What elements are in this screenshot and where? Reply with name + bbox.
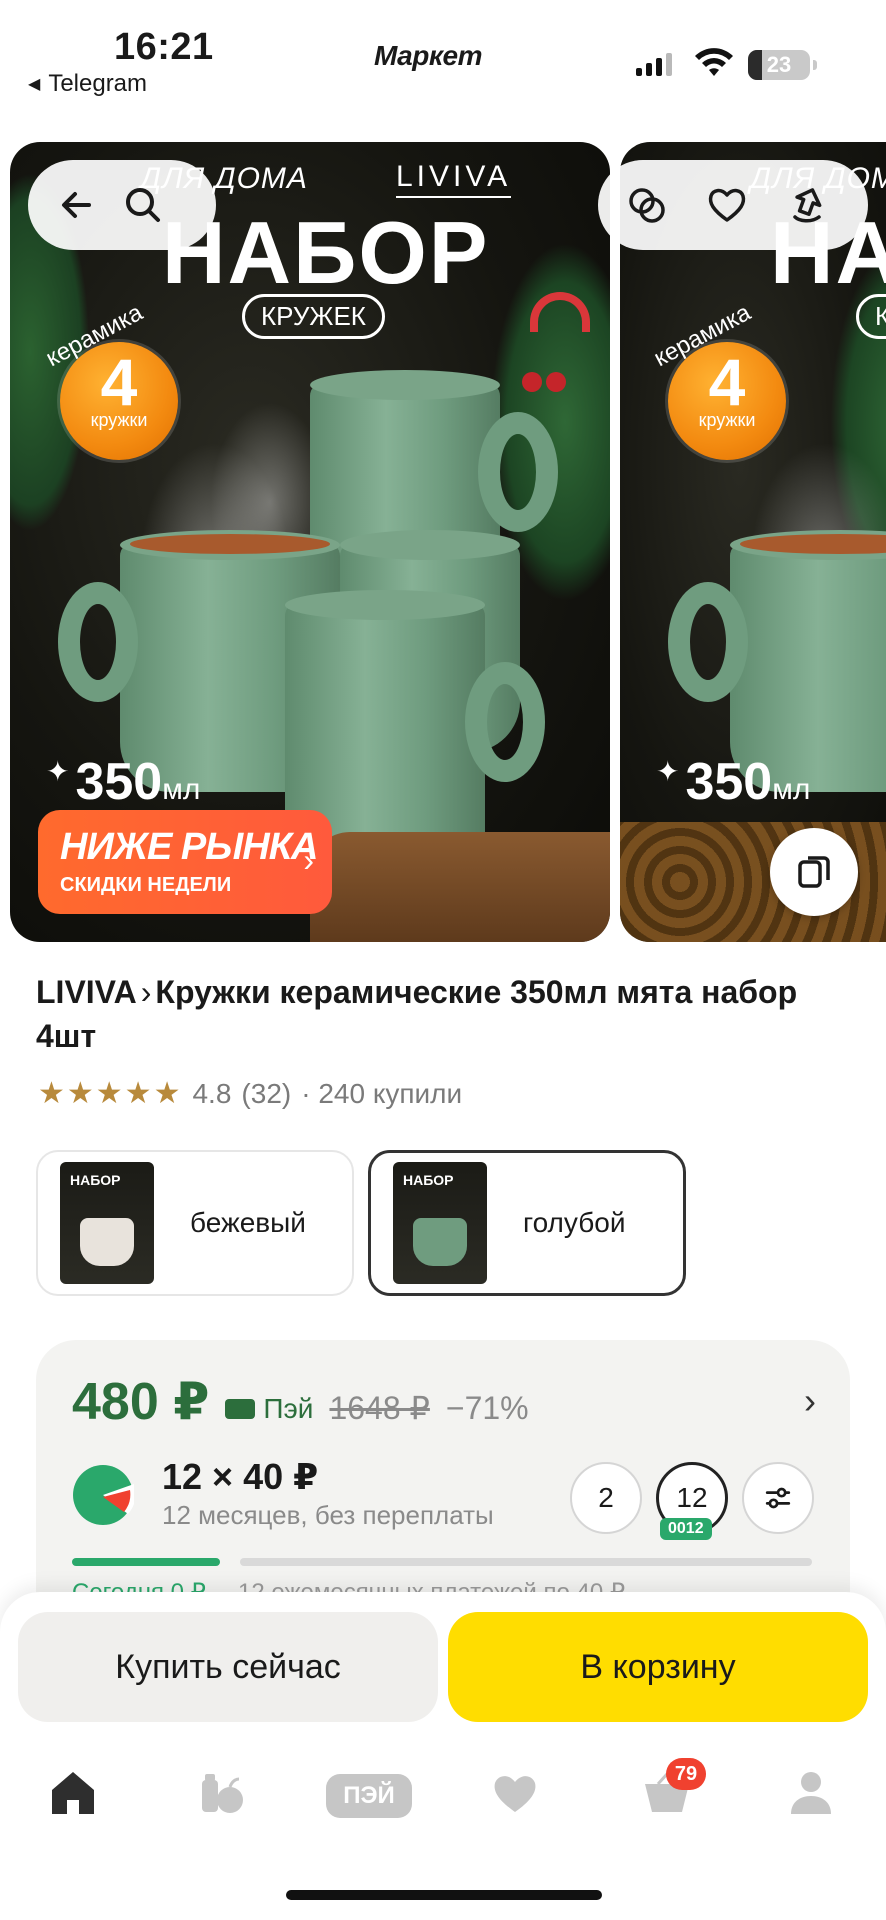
variant-beige[interactable]: НАБОР бежевый — [36, 1150, 354, 1296]
gallery-slide-next[interactable]: ДЛЯ ДОМА НА К керамика 4 кружки ✦350мл — [620, 142, 886, 942]
slide-pill: КРУЖЕК — [242, 294, 385, 339]
rating-value: 4.8 — [192, 1077, 232, 1109]
bought-count: · 240 купили — [301, 1077, 463, 1109]
stars-icon: ★★★★★ — [38, 1077, 183, 1110]
volume-label: ✦ 350мл — [656, 753, 811, 811]
settings-sliders-icon[interactable] — [742, 1462, 814, 1534]
split-description: 12 месяцев, без переплаты — [162, 1500, 494, 1530]
brand-link[interactable]: LIVIVA — [36, 974, 137, 1010]
back-app-label: Telegram — [48, 70, 148, 97]
back-to-app-link[interactable]: ◀ Telegram — [28, 70, 147, 98]
price-card[interactable]: 480 ₽ Пэй 1648 ₽ −71% › 12 × 40 ₽ 12 мес… — [36, 1340, 850, 1630]
catalog-icon[interactable] — [186, 1758, 256, 1828]
buy-now-button[interactable]: Купить сейчас — [18, 1612, 438, 1722]
product-title: LIVIVA › Кружки керамические 350мл мята на… — [36, 970, 816, 1058]
search-icon[interactable] — [120, 182, 166, 228]
discount: −71% — [445, 1390, 529, 1426]
battery-icon: 23 — [748, 50, 817, 80]
clock: 16:21 — [114, 26, 214, 68]
battery-percent: 23 — [766, 52, 792, 77]
pay-tab[interactable]: ПЭЙ — [326, 1774, 412, 1818]
rating-row[interactable]: ★★★★★ 4.8 (32) · 240 купили — [38, 1076, 462, 1111]
profile-icon[interactable] — [776, 1758, 846, 1828]
chevron-right-icon: › — [140, 974, 152, 1010]
count-badge: 4 кружки — [668, 342, 786, 460]
promo-banner[interactable]: НИЖЕ РЫНКА СКИДКИ НЕДЕЛИ › — [38, 810, 332, 914]
home-indicator — [286, 1890, 602, 1900]
add-to-cart-button[interactable]: В корзину — [448, 1612, 868, 1722]
term-option-2[interactable]: 2 — [570, 1462, 642, 1534]
gallery-toolbar-right — [598, 160, 868, 250]
berries-decor — [522, 372, 570, 397]
app-name: Маркет — [374, 40, 483, 71]
badge-sub: кружки — [90, 410, 148, 430]
volume-label: ✦ 350мл — [46, 753, 201, 811]
slide-logo: LIVIVA — [396, 160, 512, 198]
reviews-count: (32) — [241, 1077, 292, 1109]
battery-level — [748, 50, 763, 80]
promo-title: НИЖЕ РЫНКА — [60, 826, 319, 868]
heart-icon[interactable] — [704, 182, 750, 228]
variant-thumbnail: НАБОР — [393, 1162, 487, 1284]
home-icon[interactable] — [38, 1758, 108, 1828]
cellular-signal-icon — [636, 50, 672, 76]
wood-board-decor — [310, 832, 610, 942]
variant-thumbnail: НАБОР — [60, 1162, 154, 1284]
price: 480 ₽ — [72, 1373, 210, 1431]
status-bar: 16:21 ◀ Telegram Маркет 23 — [0, 0, 886, 110]
price-row: 480 ₽ Пэй 1648 ₽ −71% — [72, 1372, 529, 1432]
gallery-toolbar-left — [28, 160, 216, 250]
copy-icon[interactable] — [770, 828, 858, 916]
term-badge: 0012 — [660, 1518, 712, 1540]
pay-label: Пэй — [225, 1393, 313, 1425]
card-icon — [225, 1399, 256, 1419]
tab-bar: ПЭЙ — [0, 1758, 886, 1838]
share-icon[interactable] — [784, 182, 830, 228]
color-variants: НАБОР бежевый НАБОР голубой — [36, 1150, 686, 1296]
chevron-right-icon[interactable]: › — [804, 1380, 816, 1422]
variant-label: бежевый — [190, 1207, 306, 1238]
favorites-icon[interactable] — [480, 1758, 550, 1828]
split-logo-icon — [73, 1465, 134, 1525]
bottom-panel: Купить сейчас В корзину ПЭЙ 79 — [0, 1592, 886, 1920]
variant-label: голубой — [523, 1207, 626, 1238]
wifi-icon — [695, 48, 733, 76]
cart-count-badge: 79 — [666, 1758, 706, 1790]
split-amount: 12 × 40 ₽ — [162, 1456, 319, 1497]
chevron-right-icon: › — [303, 842, 314, 878]
payment-progress — [72, 1558, 812, 1566]
compare-icon[interactable] — [624, 182, 670, 228]
old-price: 1648 ₽ — [329, 1390, 430, 1426]
variant-blue[interactable]: НАБОР голубой — [368, 1150, 686, 1296]
back-triangle-icon: ◀ — [28, 76, 41, 93]
product-gallery[interactable]: ДЛЯ ДОМА LIVIVA НАБОР КРУЖЕК керамика 4 … — [0, 142, 886, 942]
promo-subtitle: СКИДКИ НЕДЕЛИ — [60, 874, 232, 896]
count-badge: 4 кружки — [60, 342, 178, 460]
back-arrow-icon[interactable] — [54, 182, 100, 228]
